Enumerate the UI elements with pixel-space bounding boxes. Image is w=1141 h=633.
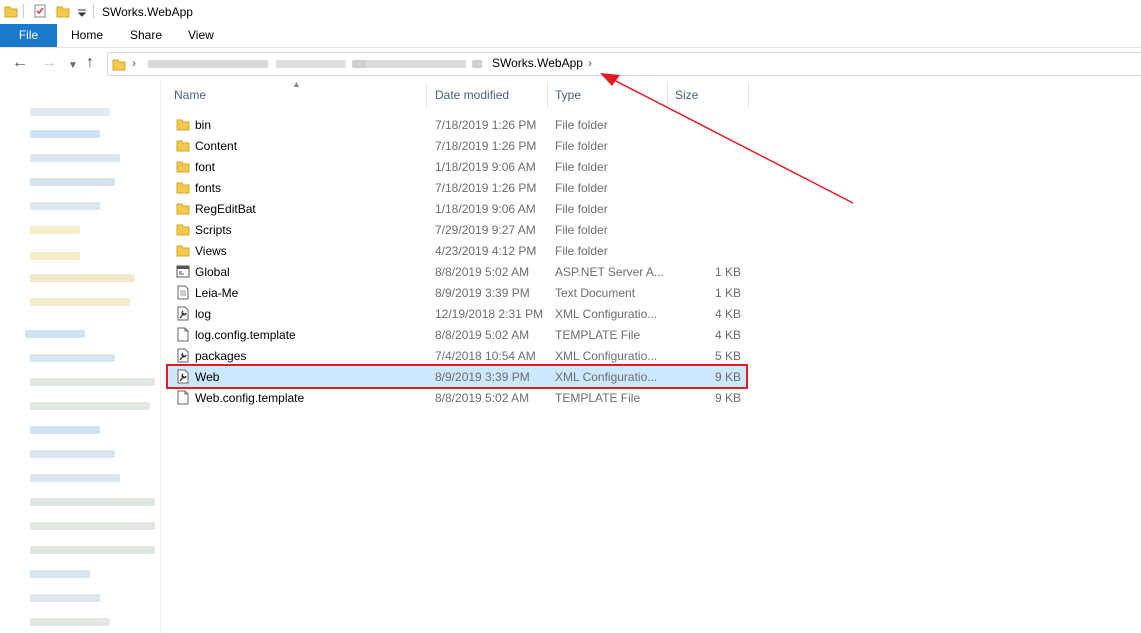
annotation-arrow — [600, 73, 854, 204]
